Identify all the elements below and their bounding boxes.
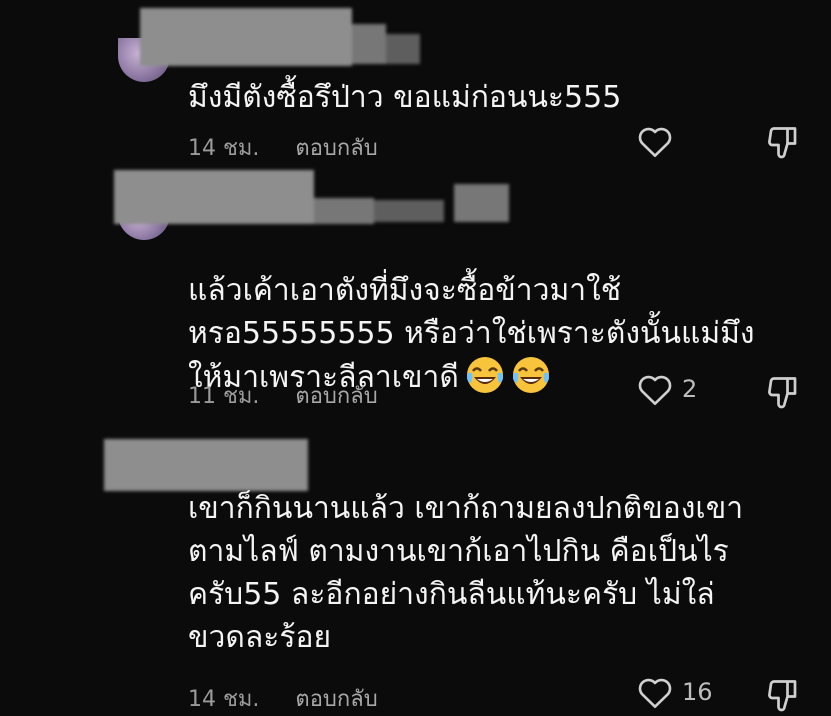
- comment-text: เขาก็กินนานแล้ว เขาก้ถามยลงปกติของเขา ตา…: [188, 491, 744, 655]
- comment-time: 14 ชม.: [188, 687, 260, 712]
- comment-time: 11 ชม.: [188, 384, 260, 409]
- face-with-tears-of-joy-icon: [511, 355, 551, 395]
- comment-meta: 14 ชม. ตอบกลับ: [188, 130, 378, 165]
- dislike-button[interactable]: [765, 677, 801, 713]
- username-redacted: [104, 439, 308, 491]
- thumbs-down-outline-icon: [765, 124, 801, 160]
- reply-button[interactable]: ตอบกลับ: [295, 681, 377, 716]
- comment-item: มึงมีตังซื้อรึป่าว ขอแม่ก่อนนะ555 14 ชม.…: [0, 0, 831, 170]
- dislike-button[interactable]: [765, 374, 801, 410]
- comment-item: แล้วเค้าเอาตังที่มึงจะซื้อข้าวมาใช้ หรอ5…: [0, 170, 831, 425]
- face-with-tears-of-joy-icon: [465, 355, 505, 395]
- like-button[interactable]: 16: [636, 675, 713, 709]
- comment-item: เขาก็กินนานแล้ว เขาก้ถามยลงปกติของเขา ตา…: [0, 425, 831, 715]
- username-redacted: [114, 170, 514, 224]
- dislike-button[interactable]: [765, 124, 801, 160]
- like-button[interactable]: 2: [636, 372, 697, 406]
- heart-outline-icon: [636, 675, 674, 709]
- heart-outline-icon: [636, 124, 674, 158]
- heart-outline-icon: [636, 372, 674, 406]
- thumbs-down-outline-icon: [765, 677, 801, 713]
- comment-meta: 14 ชม. ตอบกลับ: [188, 681, 378, 716]
- comment-text: มึงมีตังซื้อรึป่าว ขอแม่ก่อนนะ555: [188, 80, 622, 115]
- comment-meta: 11 ชม. ตอบกลับ: [188, 378, 378, 413]
- reply-button[interactable]: ตอบกลับ: [295, 378, 377, 413]
- reply-button[interactable]: ตอบกลับ: [295, 130, 377, 165]
- like-count: 16: [682, 678, 713, 706]
- like-count: 2: [682, 375, 698, 403]
- thumbs-down-outline-icon: [765, 374, 801, 410]
- comment-time: 14 ชม.: [188, 136, 260, 161]
- username-redacted: [140, 8, 430, 66]
- like-button[interactable]: [636, 124, 674, 158]
